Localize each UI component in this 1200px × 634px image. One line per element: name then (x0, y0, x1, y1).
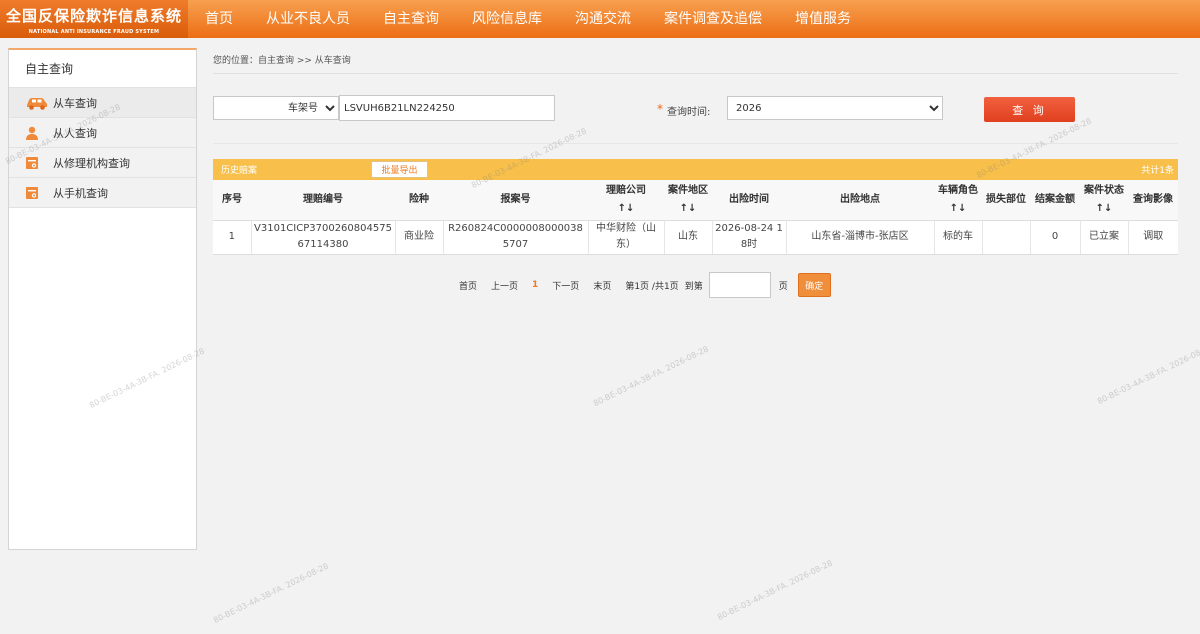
cell-accident-time: 2026-08-24 18时 (712, 220, 787, 255)
cell-vehicle-role: 标的车 (934, 220, 983, 255)
car-icon (25, 95, 51, 111)
cell-insurance-type: 商业险 (395, 220, 444, 255)
system-logo[interactable]: 全国反保险欺诈信息系统 NATIONAL ANTI INSURANCE FRAU… (0, 0, 188, 38)
top-navbar: 全国反保险欺诈信息系统 NATIONAL ANTI INSURANCE FRAU… (0, 0, 1200, 38)
col-header-case-status[interactable]: 案件状态 ↑↓ (1080, 180, 1128, 221)
watermark: 80-BE-03-4A-3B-FA. 2026-08-28 (716, 558, 834, 623)
main-content: 您的位置：自主查询 >> 从车查询 车架号 * 查询时间: 2026 查 询 历… (213, 48, 1178, 298)
sort-arrows-icon[interactable]: ↑↓ (1096, 203, 1113, 214)
prev-page-link[interactable]: 上一页 (491, 279, 518, 292)
sort-arrows-icon[interactable]: ↑↓ (680, 203, 697, 214)
cell-report-no: R260824C00000080000385707 (443, 220, 589, 255)
col-header-settlement-amount: 结案金额 (1030, 180, 1080, 221)
cell-case-status: 已立案 (1080, 220, 1129, 255)
cell-claim-company: 中华财险（山东） (588, 220, 665, 255)
col-header-accident-time: 出险时间 (712, 180, 786, 221)
main-nav: 首页 从业不良人员 自主查询 风险信息库 沟通交流 案件调查及追偿 增值服务 (188, 0, 867, 38)
col-header-case-region[interactable]: 案件地区 ↑↓ (664, 180, 712, 221)
watermark: 80-BE-03-4A-3B-FA. 2026-08-28 (1096, 342, 1200, 407)
col-header-insurance-type: 险种 (395, 180, 443, 221)
cell-case-region: 山东 (664, 220, 713, 255)
page-info: 第1页 /共1页 (625, 281, 679, 292)
sidebar-title: 自主查询 (9, 50, 196, 88)
query-time-label: 查询时间: (667, 107, 711, 118)
goto-label: 到第 (684, 281, 703, 292)
sidebar-item-label: 从手机查询 (53, 186, 108, 200)
sort-arrows-icon[interactable]: ↑↓ (950, 203, 967, 214)
batch-export-button[interactable]: 批量导出 (371, 161, 428, 178)
system-title-en: NATIONAL ANTI INSURANCE FRAUD SYSTEM (28, 29, 160, 35)
person-icon (25, 125, 51, 141)
view-image-link[interactable]: 调取 (1128, 220, 1178, 255)
breadcrumb: 您的位置：自主查询 >> 从车查询 (213, 48, 1178, 74)
system-title: 全国反保险欺诈信息系统 (5, 7, 182, 25)
last-page-link[interactable]: 末页 (593, 279, 611, 292)
query-time-select[interactable]: 2026 (727, 96, 943, 120)
next-page-link[interactable]: 下一页 (552, 279, 579, 292)
col-header-loss-part: 损失部位 (982, 180, 1030, 221)
col-header-index: 序号 (213, 180, 251, 221)
nav-item-self-query[interactable]: 自主查询 (366, 0, 455, 38)
sidebar-item-repair-shop-query[interactable]: 从修理机构查询 (9, 148, 196, 178)
col-header-report-no: 报案号 (443, 180, 588, 221)
pagination: 首页 上一页 1 下一页 末页 第1页 /共1页 到第 页 确定 (459, 272, 831, 298)
search-button[interactable]: 查 询 (984, 97, 1075, 122)
col-header-label: 理赔公司 (606, 184, 646, 196)
sort-arrows-icon[interactable]: ↑↓ (618, 203, 635, 214)
nav-item-risk-library[interactable]: 风险信息库 (455, 0, 558, 38)
table-row: 1 V3101CICP370026080457567114380 商业险 R26… (213, 220, 1178, 255)
sidebar-item-label: 从修理机构查询 (53, 156, 130, 170)
col-header-claim-company[interactable]: 理赔公司 ↑↓ (588, 180, 664, 221)
required-marker: * (657, 102, 663, 116)
results-table: 序号 理赔编号 险种 报案号 理赔公司 ↑↓ 案件地区 ↑↓ 出险时间 出险地点 车… (213, 180, 1178, 255)
results-count: 共计1条 (1141, 166, 1174, 176)
nav-item-case-investigation[interactable]: 案件调查及追偿 (647, 0, 778, 38)
col-header-label: 案件状态 (1084, 184, 1124, 196)
col-header-label: 案件地区 (668, 184, 708, 196)
col-header-vehicle-role[interactable]: 车辆角色 ↑↓ (934, 180, 982, 221)
col-header-query-image: 查询影像 (1128, 180, 1178, 221)
nav-item-communication[interactable]: 沟通交流 (558, 0, 647, 38)
watermark: 80-BE-03-4A-3B-FA. 2026-08-28 (592, 344, 710, 409)
vin-input[interactable] (339, 95, 555, 121)
sidebar-item-label: 从人查询 (53, 126, 97, 140)
cell-accident-place: 山东省-淄博市-张店区 (786, 220, 935, 255)
goto-page-input[interactable] (708, 272, 771, 298)
page-unit-label: 页 (778, 281, 788, 292)
cell-settlement-amount: 0 (1030, 220, 1081, 255)
sidebar-item-label: 从车查询 (53, 96, 97, 110)
col-header-claim-no: 理赔编号 (251, 180, 395, 221)
cell-index: 1 (213, 220, 252, 255)
sidebar-item-person-query[interactable]: 从人查询 (9, 118, 196, 148)
col-header-label: 车辆角色 (938, 184, 978, 196)
first-page-link[interactable]: 首页 (459, 279, 477, 292)
nav-item-bad-practitioners[interactable]: 从业不良人员 (249, 0, 366, 38)
search-form: 车架号 * 查询时间: 2026 查 询 (213, 74, 1178, 144)
sidebar: 自主查询 从车查询 从人查询 从修理机构查询 从手机查询 (8, 48, 197, 550)
repair-shop-icon (25, 155, 51, 171)
query-type-select[interactable]: 车架号 (213, 96, 339, 120)
goto-confirm-button[interactable]: 确定 (797, 273, 831, 297)
current-page: 1 (532, 280, 539, 290)
col-header-accident-place: 出险地点 (786, 180, 934, 221)
watermark: 80-BE-03-4A-3B-FA. 2026-08-28 (212, 561, 330, 626)
phone-icon (25, 185, 51, 201)
nav-item-value-added[interactable]: 增值服务 (778, 0, 867, 38)
cell-claim-no: V3101CICP370026080457567114380 (251, 220, 396, 255)
nav-item-home[interactable]: 首页 (188, 0, 249, 38)
cell-loss-part (982, 220, 1031, 255)
results-section-title: 历史赔案 (221, 166, 258, 176)
sidebar-item-vehicle-query[interactable]: 从车查询 (9, 88, 196, 118)
results-header-bar: 历史赔案 批量导出 共计1条 (213, 159, 1178, 180)
table-header-row: 序号 理赔编号 险种 报案号 理赔公司 ↑↓ 案件地区 ↑↓ 出险时间 出险地点 车… (213, 180, 1178, 221)
sidebar-item-phone-query[interactable]: 从手机查询 (9, 178, 196, 208)
